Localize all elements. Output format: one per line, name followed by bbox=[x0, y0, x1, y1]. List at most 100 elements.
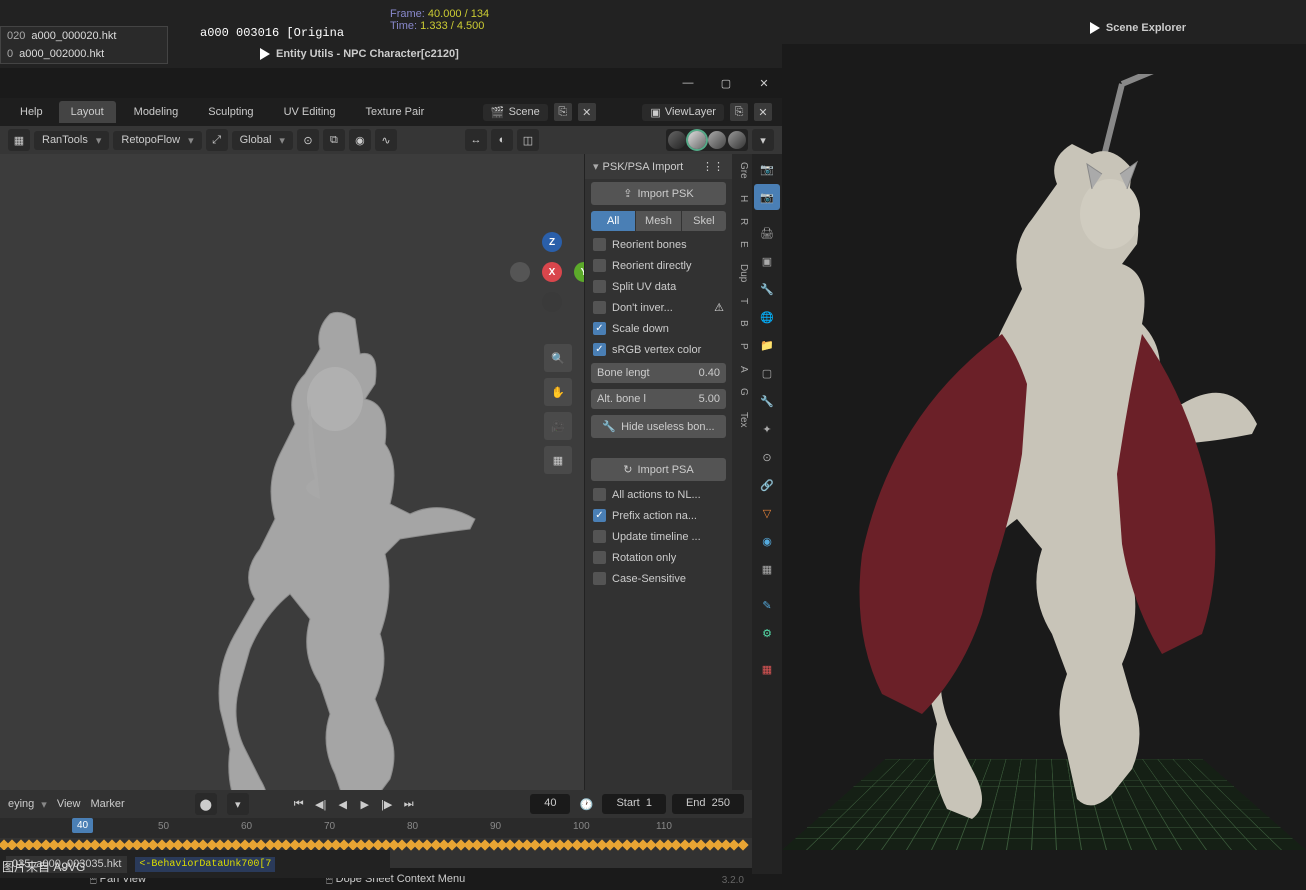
tab-h[interactable]: H bbox=[732, 187, 752, 210]
new-scene-button[interactable]: ⎘ bbox=[554, 103, 572, 121]
render-tab-icon[interactable]: 📷 bbox=[754, 184, 780, 210]
data-tab-icon[interactable]: ▽ bbox=[754, 500, 780, 526]
all-actions-check[interactable]: All actions to NL... bbox=[585, 484, 732, 505]
prefix-action-check[interactable]: Prefix action na... bbox=[585, 505, 732, 526]
tab-r[interactable]: R bbox=[732, 210, 752, 233]
keying-dropdown[interactable]: eying▾ bbox=[8, 798, 47, 811]
physics-tab-icon[interactable]: ⊙ bbox=[754, 444, 780, 470]
maximize-button[interactable]: ▢ bbox=[716, 73, 736, 93]
alt-bone-field[interactable]: Alt. bone l5.00 bbox=[591, 389, 726, 409]
perspective-icon[interactable]: ▦ bbox=[544, 446, 572, 474]
proportional-icon[interactable]: ◉ bbox=[349, 129, 371, 151]
entity-utils-header[interactable]: Entity Utils - NPC Character[c2120] bbox=[260, 48, 459, 60]
srgb-check[interactable]: sRGB vertex color bbox=[585, 339, 732, 360]
tab-gre[interactable]: Gre bbox=[732, 154, 752, 187]
play-reverse-icon[interactable]: ◀ bbox=[333, 794, 353, 814]
grip-icon[interactable]: ⋮⋮ bbox=[702, 160, 724, 173]
editor-type-icon[interactable]: ▦ bbox=[8, 129, 30, 151]
axis-z[interactable]: Z bbox=[542, 232, 562, 252]
view-menu[interactable]: View bbox=[57, 798, 81, 810]
new-viewlayer-button[interactable]: ⎘ bbox=[730, 103, 748, 121]
seg-mesh[interactable]: Mesh bbox=[636, 211, 681, 231]
snap-icon[interactable]: ⧉ bbox=[323, 129, 345, 151]
autokey-icon[interactable]: ▾ bbox=[227, 793, 249, 815]
jump-start-icon[interactable]: ⏮ bbox=[289, 794, 309, 814]
keyframe-diamond[interactable] bbox=[737, 839, 748, 850]
playhead[interactable]: 40 bbox=[72, 818, 93, 833]
tab-t[interactable]: T bbox=[732, 290, 752, 312]
update-timeline-check[interactable]: Update timeline ... bbox=[585, 526, 732, 547]
tab-a[interactable]: A bbox=[732, 358, 752, 381]
object-tab-icon[interactable]: ▢ bbox=[754, 360, 780, 386]
curve-icon[interactable]: ∿ bbox=[375, 129, 397, 151]
rantools-dropdown[interactable]: RanTools▾ bbox=[34, 131, 109, 150]
orientation-dropdown[interactable]: Global▾ bbox=[232, 131, 293, 150]
axis-bottom[interactable] bbox=[542, 292, 562, 312]
axis-neg[interactable] bbox=[510, 262, 530, 282]
viewlayer-tab-icon[interactable]: ▣ bbox=[754, 248, 780, 274]
tab-b[interactable]: B bbox=[732, 312, 752, 335]
scene-tab-icon[interactable]: 🔧 bbox=[754, 276, 780, 302]
reorient-bones-check[interactable]: Reorient bones bbox=[585, 234, 732, 255]
dont-invert-check[interactable]: Don't inver...⚠ bbox=[585, 297, 732, 318]
tool-tab-icon[interactable]: ⚙ bbox=[754, 620, 780, 646]
tab-dup[interactable]: Dup bbox=[732, 256, 752, 290]
world-tab-icon[interactable]: 🌐 bbox=[754, 304, 780, 330]
tab-e[interactable]: E bbox=[732, 233, 752, 256]
tab-tex[interactable]: Tex bbox=[732, 404, 752, 436]
gizmo-toggle-icon[interactable]: ↔ bbox=[465, 129, 487, 151]
bone-length-field[interactable]: Bone lengt0.40 bbox=[591, 363, 726, 383]
overlays-icon[interactable]: ◐ bbox=[491, 129, 513, 151]
start-frame-field[interactable]: Start 1 bbox=[602, 794, 665, 814]
delete-viewlayer-button[interactable]: ✕ bbox=[754, 103, 772, 121]
keyframe-next-icon[interactable]: |▶ bbox=[377, 794, 397, 814]
panel-header[interactable]: ▾PSK/PSA Import⋮⋮ bbox=[585, 154, 732, 179]
scene-explorer-header[interactable]: Scene Explorer bbox=[1090, 22, 1186, 34]
retopoflow-dropdown[interactable]: RetopoFlow▾ bbox=[113, 131, 201, 150]
output-tab-icon[interactable]: 🖨 bbox=[754, 220, 780, 246]
shading-solid[interactable] bbox=[688, 131, 706, 149]
end-frame-field[interactable]: End 250 bbox=[672, 794, 744, 814]
particle-tab-icon[interactable]: ✦ bbox=[754, 416, 780, 442]
scale-down-check[interactable]: Scale down bbox=[585, 318, 732, 339]
play-icon[interactable]: ▶ bbox=[355, 794, 375, 814]
delete-scene-button[interactable]: ✕ bbox=[578, 103, 596, 121]
workspace-tab-modeling[interactable]: Modeling bbox=[122, 101, 191, 123]
close-button[interactable]: ✕ bbox=[754, 73, 774, 93]
marker-menu[interactable]: Marker bbox=[90, 798, 124, 810]
collection-tab-icon[interactable]: 📁 bbox=[754, 332, 780, 358]
texture-tab-icon[interactable]: ▦ bbox=[754, 556, 780, 582]
workspace-tab-sculpting[interactable]: Sculpting bbox=[196, 101, 265, 123]
rotation-only-check[interactable]: Rotation only bbox=[585, 547, 732, 568]
case-sensitive-check[interactable]: Case-Sensitive bbox=[585, 568, 732, 589]
edit-tab-icon[interactable]: ✎ bbox=[754, 592, 780, 618]
minimize-button[interactable]: — bbox=[678, 73, 698, 93]
scene-selector[interactable]: 🎬Scene bbox=[483, 104, 548, 121]
import-psa-button[interactable]: ↻Import PSA bbox=[591, 458, 726, 481]
current-frame-field[interactable]: 40 bbox=[530, 794, 570, 814]
file-row[interactable]: 020a000_000020.hkt bbox=[1, 27, 167, 45]
zoom-icon[interactable]: 🔍 bbox=[544, 344, 572, 372]
shading-options-icon[interactable]: ▾ bbox=[752, 129, 774, 151]
clock-icon[interactable]: 🕐 bbox=[576, 794, 596, 814]
axis-x[interactable]: X bbox=[542, 262, 562, 282]
workspace-tab-layout[interactable]: Layout bbox=[59, 101, 116, 123]
constraint-tab-icon[interactable]: 🔗 bbox=[754, 472, 780, 498]
workspace-tab-uvediting[interactable]: UV Editing bbox=[272, 101, 348, 123]
pivot-icon[interactable]: ⊙ bbox=[297, 129, 319, 151]
shading-material[interactable] bbox=[708, 131, 726, 149]
seg-skel[interactable]: Skel bbox=[682, 211, 726, 231]
menu-help[interactable]: Help bbox=[10, 102, 53, 122]
timeline-ruler[interactable]: 40 50 60 70 80 90 100 110 bbox=[0, 818, 752, 838]
import-psk-button[interactable]: ⇪Import PSK bbox=[591, 182, 726, 205]
jump-end-icon[interactable]: ⏭ bbox=[399, 794, 419, 814]
tab-p[interactable]: P bbox=[732, 335, 752, 358]
reorient-directly-check[interactable]: Reorient directly bbox=[585, 255, 732, 276]
checker-tab-icon[interactable]: ▦ bbox=[754, 656, 780, 682]
shading-rendered[interactable] bbox=[728, 131, 746, 149]
orientation-icon[interactable]: ⤢ bbox=[206, 129, 228, 151]
behavior-entry[interactable]: <-BehaviorDataUnk700[7 bbox=[135, 857, 275, 872]
pan-icon[interactable]: ✋ bbox=[544, 378, 572, 406]
hide-useless-button[interactable]: 🔧Hide useless bon... bbox=[591, 415, 726, 438]
tab-g[interactable]: G bbox=[732, 380, 752, 404]
